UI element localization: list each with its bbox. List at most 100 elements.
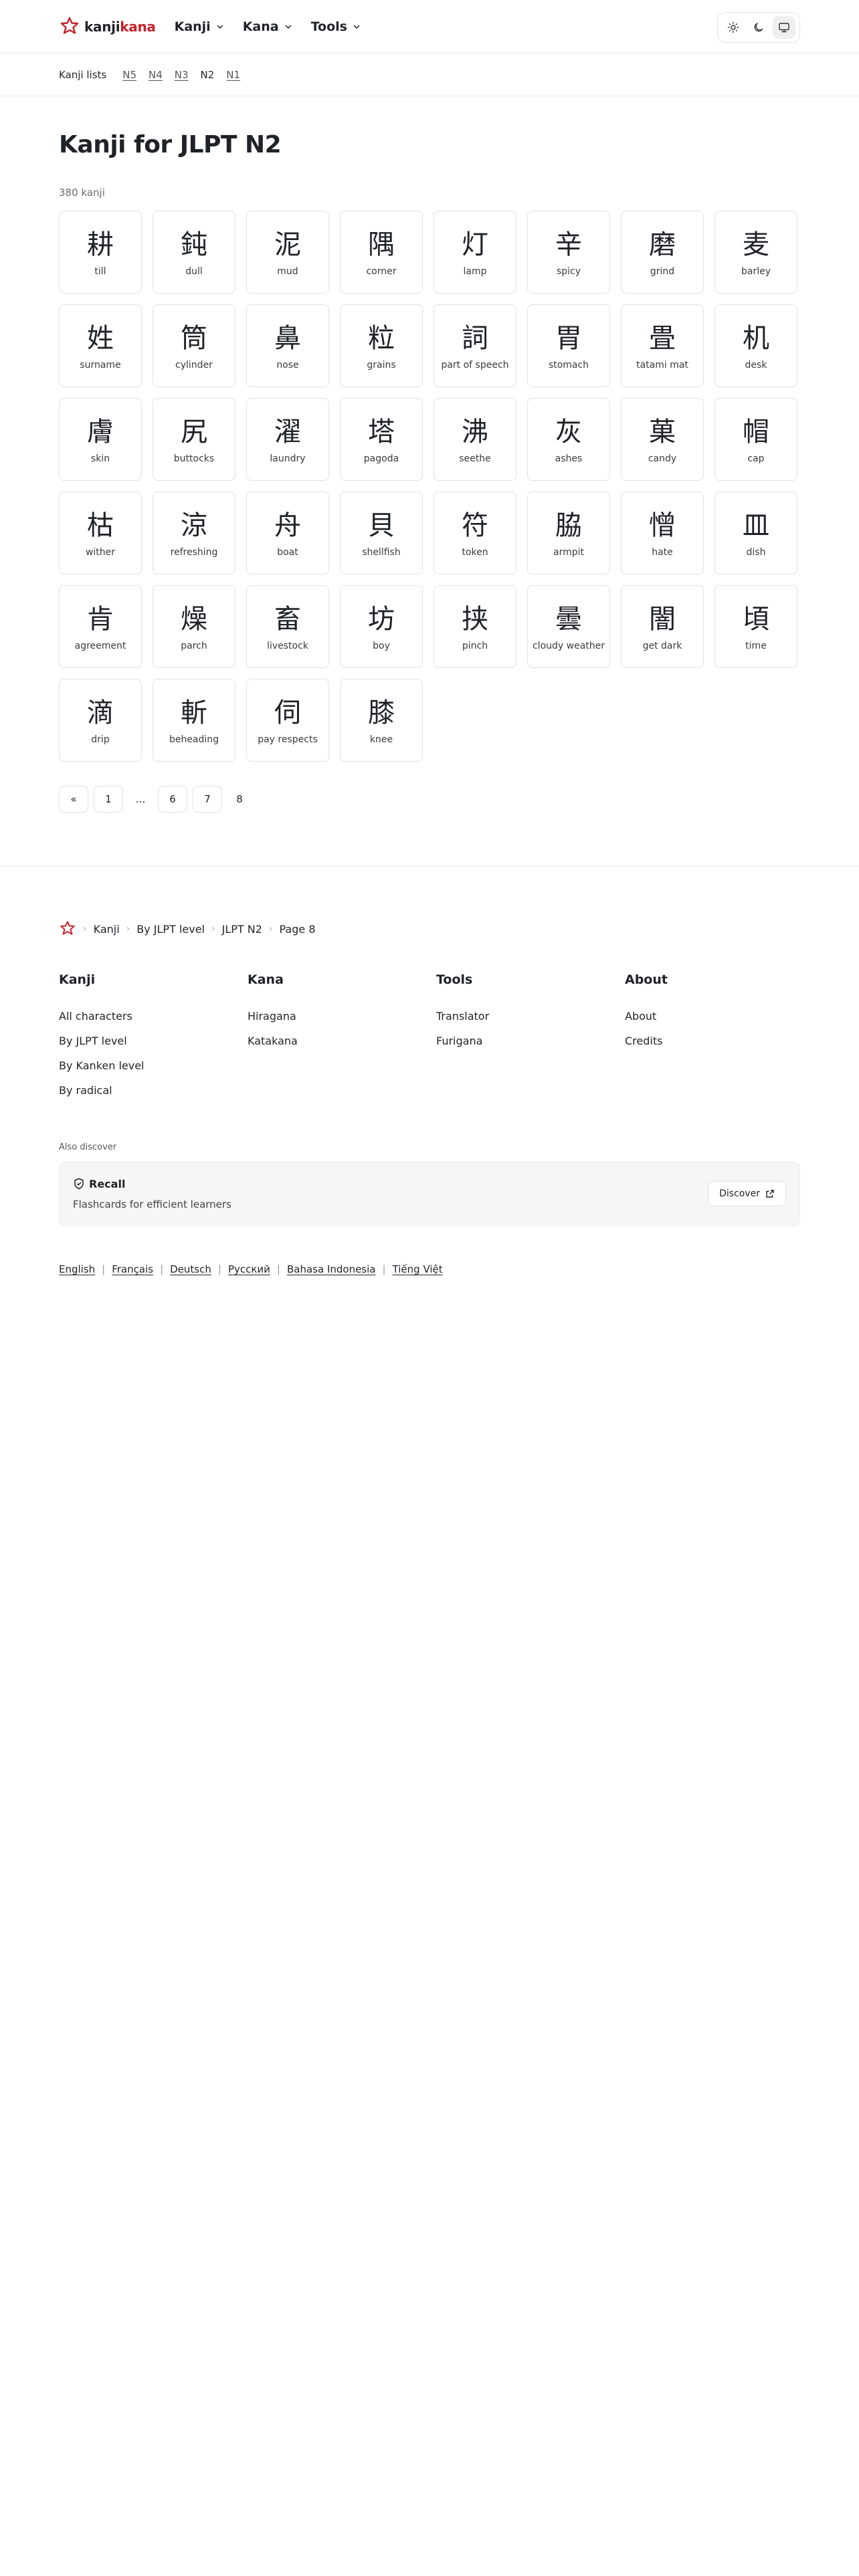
kanji-card[interactable]: 机 desk — [714, 304, 797, 387]
breadcrumb-separator: › — [83, 924, 87, 934]
kanji-card[interactable]: 曇 cloudy weather — [527, 585, 610, 668]
kanji-character: 詞 — [462, 323, 488, 354]
system-theme-button[interactable] — [773, 16, 795, 39]
kanji-character: 脇 — [555, 510, 582, 541]
kanji-character: 枯 — [87, 510, 114, 541]
pagination-ellipsis: … — [135, 793, 146, 805]
kanji-card[interactable]: 尻 buttocks — [153, 398, 235, 481]
language-french[interactable]: Français — [112, 1263, 153, 1275]
kanji-card[interactable]: 涼 refreshing — [153, 492, 235, 574]
level-link-n3[interactable]: N3 — [175, 69, 189, 81]
page-7-button[interactable]: 7 — [193, 786, 222, 813]
kanji-card[interactable]: 枯 wither — [59, 492, 142, 574]
language-english[interactable]: English — [59, 1263, 95, 1275]
kanji-card[interactable]: 胃 stomach — [527, 304, 610, 387]
kanji-character: 膝 — [368, 697, 395, 728]
promo-title-text: Recall — [89, 1177, 126, 1190]
kanji-card[interactable]: 舟 boat — [246, 492, 329, 574]
kanji-card[interactable]: 沸 seethe — [434, 398, 516, 481]
kanji-card[interactable]: 泥 mud — [246, 211, 329, 294]
language-german[interactable]: Deutsch — [170, 1263, 211, 1275]
dark-theme-button[interactable] — [747, 16, 770, 39]
kanji-card[interactable]: 皿 dish — [714, 492, 797, 574]
kanji-card[interactable]: 頃 time — [714, 585, 797, 668]
footer-link-hiragana[interactable]: Hiragana — [248, 1010, 436, 1023]
footer-link-about[interactable]: About — [625, 1010, 814, 1023]
kanji-meaning: time — [745, 641, 767, 651]
kanji-card[interactable]: 伺 pay respects — [246, 679, 329, 762]
kanji-card[interactable]: 辛 spicy — [527, 211, 610, 294]
language-russian[interactable]: Русский — [228, 1263, 270, 1275]
level-link-n5[interactable]: N5 — [122, 69, 136, 81]
discover-button[interactable]: Discover — [708, 1181, 786, 1206]
promo-title: Recall — [73, 1178, 231, 1190]
footer-link-translator[interactable]: Translator — [436, 1010, 625, 1023]
kanji-card[interactable]: 粒 grains — [340, 304, 423, 387]
kanji-card[interactable]: 姓 surname — [59, 304, 142, 387]
breadcrumb-separator: › — [211, 924, 215, 934]
footer-column-kana: Kana Hiragana Katakana — [248, 972, 436, 1109]
kanji-card[interactable]: 磨 grind — [621, 211, 704, 294]
footer-link-by-radical[interactable]: By radical — [59, 1084, 248, 1097]
light-theme-button[interactable] — [722, 16, 745, 39]
kanji-card[interactable]: 灯 lamp — [434, 211, 516, 294]
kanji-card[interactable]: 畳 tatami mat — [621, 304, 704, 387]
kanji-character: 鈍 — [181, 229, 207, 260]
kanji-card[interactable]: 滴 drip — [59, 679, 142, 762]
kanji-card[interactable]: 脇 armpit — [527, 492, 610, 574]
kanji-card[interactable]: 塔 pagoda — [340, 398, 423, 481]
kanji-character: 耕 — [87, 229, 114, 260]
kanji-card[interactable]: 麦 barley — [714, 211, 797, 294]
nav-tools-label: Tools — [310, 19, 347, 34]
nav-tools[interactable]: Tools — [311, 19, 361, 34]
nav-kana[interactable]: Kana — [243, 19, 292, 34]
kanji-card[interactable]: 斬 beheading — [153, 679, 235, 762]
kanji-card[interactable]: 憎 hate — [621, 492, 704, 574]
kanji-card[interactable]: 筒 cylinder — [153, 304, 235, 387]
kanji-card[interactable]: 坊 boy — [340, 585, 423, 668]
kanji-meaning: cylinder — [175, 360, 213, 370]
breadcrumb-jlpt-level[interactable]: By JLPT level — [136, 923, 205, 936]
site-logo[interactable]: kanjikana — [59, 16, 156, 37]
kanji-card[interactable]: 膝 knee — [340, 679, 423, 762]
language-indonesian[interactable]: Bahasa Indonesia — [287, 1263, 376, 1275]
footer-link-by-jlpt-level[interactable]: By JLPT level — [59, 1035, 248, 1047]
previous-page-button[interactable]: « — [59, 786, 88, 813]
breadcrumb-jlpt-n2[interactable]: JLPT N2 — [222, 923, 262, 936]
kanji-card[interactable]: 菓 candy — [621, 398, 704, 481]
breadcrumb-kanji[interactable]: Kanji — [94, 923, 120, 936]
kanji-card[interactable]: 帽 cap — [714, 398, 797, 481]
kanji-card[interactable]: 詞 part of speech — [434, 304, 516, 387]
kanji-card[interactable]: 隅 corner — [340, 211, 423, 294]
site-footer: › Kanji › By JLPT level › JLPT N2 › Page… — [0, 866, 859, 1275]
page-1-button[interactable]: 1 — [94, 786, 123, 813]
breadcrumb-separator: › — [126, 924, 130, 934]
kanji-meaning: shellfish — [362, 547, 401, 558]
kanji-card[interactable]: 灰 ashes — [527, 398, 610, 481]
kanji-card[interactable]: 鈍 dull — [153, 211, 235, 294]
kanji-card[interactable]: 畜 livestock — [246, 585, 329, 668]
kanji-card[interactable]: 濯 laundry — [246, 398, 329, 481]
footer-link-furigana[interactable]: Furigana — [436, 1035, 625, 1047]
level-link-n4[interactable]: N4 — [149, 69, 163, 81]
kanji-card[interactable]: 貝 shellfish — [340, 492, 423, 574]
kanji-card[interactable]: 挟 pinch — [434, 585, 516, 668]
kanji-card[interactable]: 肯 agreement — [59, 585, 142, 668]
footer-link-all-characters[interactable]: All characters — [59, 1010, 248, 1023]
kanji-card[interactable]: 符 token — [434, 492, 516, 574]
kanji-card[interactable]: 燥 parch — [153, 585, 235, 668]
footer-link-by-kanken-level[interactable]: By Kanken level — [59, 1059, 248, 1072]
external-link-icon — [766, 1190, 774, 1198]
nav-kanji[interactable]: Kanji — [175, 19, 224, 34]
kanji-card[interactable]: 耕 till — [59, 211, 142, 294]
language-vietnamese[interactable]: Tiếng Việt — [393, 1263, 443, 1275]
kanji-card[interactable]: 鼻 nose — [246, 304, 329, 387]
kanji-card[interactable]: 膚 skin — [59, 398, 142, 481]
footer-link-credits[interactable]: Credits — [625, 1035, 814, 1047]
level-link-n1[interactable]: N1 — [226, 69, 240, 81]
footer-link-katakana[interactable]: Katakana — [248, 1035, 436, 1047]
kanji-meaning: pay respects — [258, 734, 318, 745]
page-6-button[interactable]: 6 — [158, 786, 187, 813]
kanji-card[interactable]: 闇 get dark — [621, 585, 704, 668]
breadcrumb-home[interactable] — [59, 920, 76, 938]
